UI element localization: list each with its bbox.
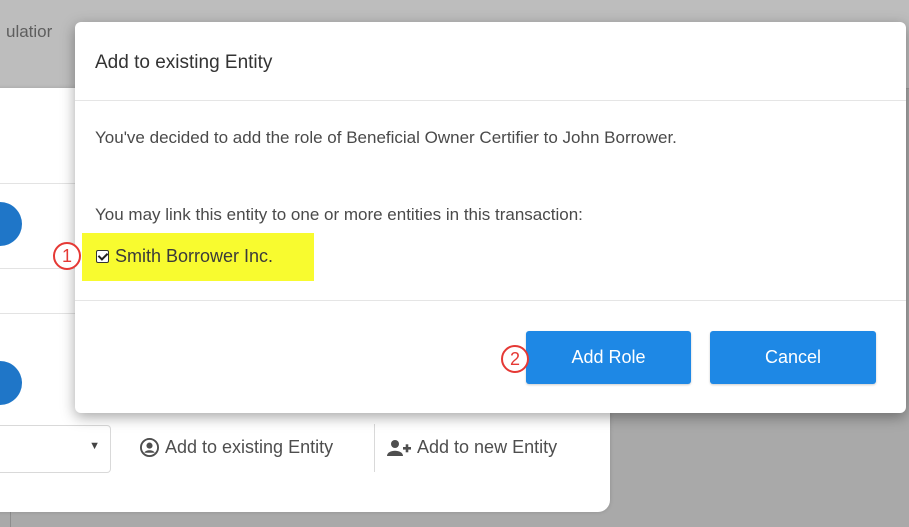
background-link-divider	[374, 424, 375, 472]
add-to-existing-entity-dialog: Add to existing Entity You've decided to…	[75, 22, 906, 413]
screen-overlay: ulatior ▼ Add to existing Entity Add to …	[0, 0, 909, 527]
dialog-link-prompt: You may link this entity to one or more …	[95, 205, 583, 224]
add-existing-entity-link: Add to existing Entity	[140, 437, 333, 458]
entity-option-label: Smith Borrower Inc.	[115, 246, 274, 266]
caret-down-icon: ▼	[89, 440, 100, 452]
step-callout-2: 2	[501, 345, 529, 373]
dialog-header: Add to existing Entity	[75, 22, 906, 101]
dialog-message: You've decided to add the role of Benefi…	[95, 128, 677, 147]
entity-checkbox[interactable]	[96, 250, 109, 263]
dialog-title: Add to existing Entity	[95, 52, 273, 73]
background-tab-label: ulatior	[6, 22, 53, 41]
add-new-entity-label: Add to new Entity	[417, 437, 558, 457]
background-role-select: ▼	[0, 425, 111, 473]
user-circle-icon	[140, 438, 159, 457]
add-role-button[interactable]: Add Role	[526, 331, 691, 384]
cancel-button[interactable]: Cancel	[710, 331, 876, 384]
step-callout-1: 1	[53, 242, 81, 270]
background-avatar-circle	[0, 361, 22, 405]
add-new-entity-link: Add to new Entity	[387, 437, 557, 458]
entity-option-smith-borrower[interactable]: Smith Borrower Inc.	[96, 246, 273, 267]
dialog-footer-divider	[75, 300, 906, 301]
add-user-icon	[387, 439, 411, 456]
add-existing-entity-label: Add to existing Entity	[165, 437, 334, 457]
background-avatar-circle	[0, 202, 22, 246]
